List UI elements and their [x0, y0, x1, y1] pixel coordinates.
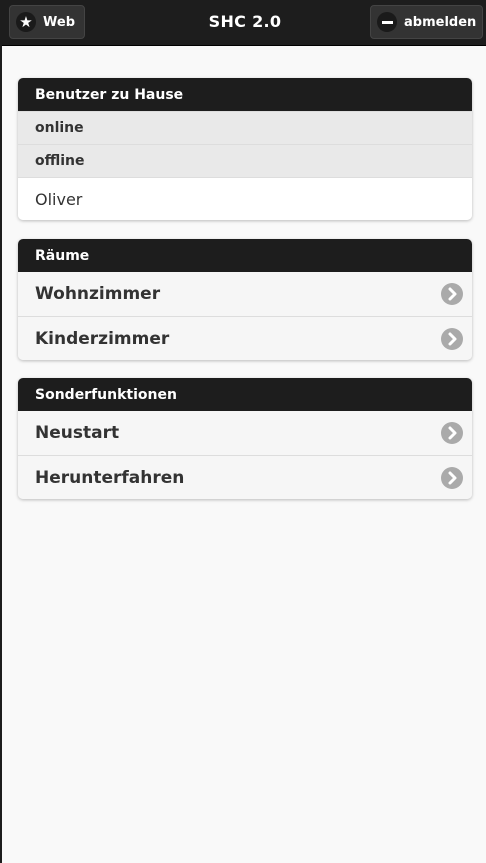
- rooms-panel: Räume Wohnzimmer Kinderzimmer: [18, 239, 472, 360]
- chevron-right-icon: [441, 328, 463, 350]
- online-divider: online: [18, 111, 472, 144]
- restart-label: Neustart: [35, 423, 120, 443]
- shutdown-item[interactable]: Herunterfahren: [18, 455, 472, 499]
- user-item: Oliver: [18, 177, 472, 220]
- header-bar: ★ Web SHC 2.0 abmelden: [2, 0, 486, 46]
- special-functions-title: Sonderfunktionen: [18, 378, 472, 411]
- room-item-wohnzimmer[interactable]: Wohnzimmer: [18, 272, 472, 316]
- logout-button-label: abmelden: [404, 14, 477, 30]
- chevron-right-icon: [441, 467, 463, 489]
- special-functions-panel: Sonderfunktionen Neustart Herunterfahren: [18, 378, 472, 499]
- chevron-right-icon: [441, 422, 463, 444]
- room-item-kinderzimmer[interactable]: Kinderzimmer: [18, 316, 472, 360]
- logout-button[interactable]: abmelden: [370, 5, 483, 39]
- room-item-label: Kinderzimmer: [35, 328, 170, 349]
- shutdown-label: Herunterfahren: [35, 467, 185, 488]
- users-panel: Benutzer zu Hause online offline Oliver: [18, 78, 472, 220]
- minus-icon: [377, 12, 397, 32]
- offline-divider: offline: [18, 144, 472, 177]
- room-item-label: Wohnzimmer: [35, 284, 161, 304]
- restart-item[interactable]: Neustart: [18, 411, 472, 455]
- users-panel-title: Benutzer zu Hause: [18, 78, 472, 111]
- rooms-panel-title: Räume: [18, 239, 472, 272]
- chevron-right-icon: [441, 283, 463, 305]
